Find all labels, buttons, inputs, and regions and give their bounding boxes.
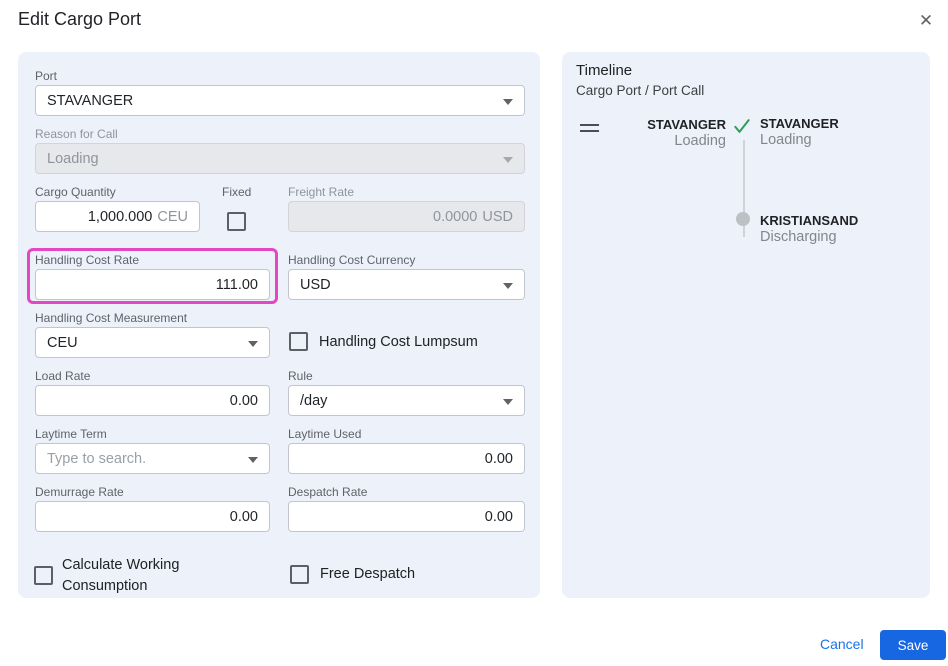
demurrage-rate-value: 0.00 [229,508,258,525]
timeline-stop-action: Discharging [760,229,837,245]
cargo-quantity-value: 1,000.000 [87,208,153,225]
despatch-rate-value: 0.00 [484,508,513,525]
timeline-title: Timeline [576,62,633,79]
calculate-working-consumption-checkbox[interactable] [34,566,53,585]
laytime-used-label: Laytime Used [288,427,362,441]
reason-for-call-select: Loading [35,143,525,174]
timeline-stop-action: Loading [760,132,812,148]
chevron-down-icon [248,341,258,347]
check-icon [734,119,750,133]
laytime-used-value: 0.00 [484,450,513,467]
freight-rate-value: 0.0000 [433,208,478,225]
chevron-down-icon [503,157,513,163]
port-select[interactable]: STAVANGER [35,85,525,116]
timeline-stop: STAVANGER Loading [760,116,839,149]
chevron-down-icon [503,399,513,405]
calculate-working-consumption-label: Calculate Working Consumption [62,557,180,594]
freight-rate-label: Freight Rate [288,185,355,199]
rule-label: Rule [288,369,313,383]
handling-cost-lumpsum-checkbox[interactable] [289,332,308,351]
handling-cost-currency-value: USD [300,276,331,293]
cargo-quantity-label: Cargo Quantity [35,185,116,199]
chevron-down-icon [248,457,258,463]
demurrage-rate-label: Demurrage Rate [35,485,124,499]
timeline-current-item[interactable]: STAVANGER Loading [582,117,726,150]
laytime-term-select[interactable]: Type to search. [35,443,270,474]
timeline-current-port: STAVANGER [647,117,726,132]
timeline-subtitle: Cargo Port / Port Call [576,83,705,98]
demurrage-rate-input[interactable]: 0.00 [35,501,270,532]
handling-cost-measurement-label: Handling Cost Measurement [35,311,188,325]
timeline-panel: Timeline Cargo Port / Port Call STAVANGE… [562,52,930,598]
port-label: Port [35,69,58,83]
cargo-quantity-input[interactable]: 1,000.000 CEU [35,201,200,232]
reason-for-call-label: Reason for Call [35,127,118,141]
handling-cost-rate-value: 111.00 [215,276,258,293]
handling-cost-measurement-select[interactable]: CEU [35,327,270,358]
rule-select[interactable]: /day [288,385,525,416]
timeline-stop: KRISTIANSAND Discharging [760,213,858,246]
cargo-port-form-panel: Port STAVANGER Reason for Call Loading C… [18,52,540,598]
cancel-button[interactable]: Cancel [812,633,872,655]
laytime-term-label: Laytime Term [35,427,107,441]
load-rate-input[interactable]: 0.00 [35,385,270,416]
handling-cost-rate-input[interactable]: 111.00 [35,269,270,300]
chevron-down-icon [503,283,513,289]
port-value: STAVANGER [47,92,134,109]
despatch-rate-label: Despatch Rate [288,485,368,499]
fixed-checkbox[interactable] [227,212,246,231]
laytime-used-input[interactable]: 0.00 [288,443,525,474]
handling-cost-measurement-value: CEU [47,334,78,351]
free-despatch-label: Free Despatch [320,566,416,582]
timeline-current-action: Loading [674,133,726,149]
handling-cost-rate-label: Handling Cost Rate [35,253,140,267]
chevron-down-icon [503,99,513,105]
timeline-stop-port: KRISTIANSAND [760,213,859,228]
save-button[interactable]: Save [880,630,946,660]
free-despatch-checkbox[interactable] [290,565,309,584]
rule-value: /day [300,392,328,409]
freight-rate-input: 0.0000 USD [288,201,525,232]
freight-rate-unit: USD [482,208,513,225]
close-icon[interactable]: ✕ [913,8,939,34]
fixed-label: Fixed [222,185,252,199]
load-rate-label: Load Rate [35,369,91,383]
timeline-stop-dot [736,212,750,226]
despatch-rate-input[interactable]: 0.00 [288,501,525,532]
load-rate-value: 0.00 [229,392,258,409]
timeline-stop-port: STAVANGER [760,116,839,131]
cargo-quantity-unit: CEU [157,208,188,225]
handling-cost-currency-label: Handling Cost Currency [288,253,416,267]
page-title: Edit Cargo Port [18,9,142,29]
handling-cost-currency-select[interactable]: USD [288,269,525,300]
handling-cost-lumpsum-label: Handling Cost Lumpsum [319,334,478,350]
laytime-term-placeholder: Type to search. [47,450,147,467]
reason-for-call-value: Loading [47,150,99,167]
